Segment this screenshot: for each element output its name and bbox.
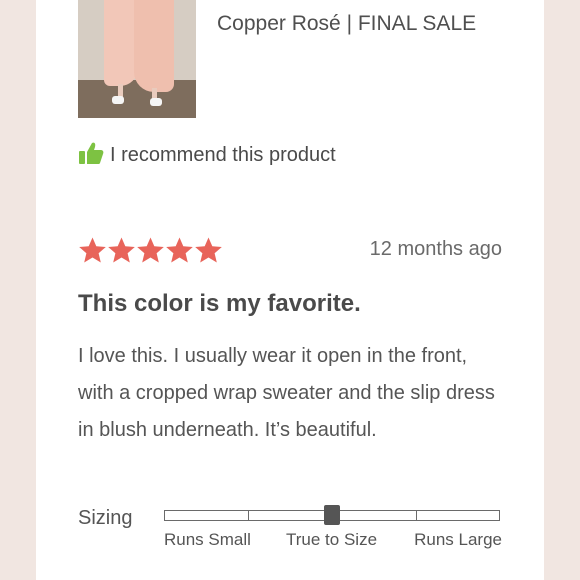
review-title: This color is my favorite. bbox=[78, 290, 361, 317]
thumbnail-floor bbox=[78, 80, 196, 118]
scale-label-true: True to Size bbox=[286, 530, 378, 549]
sizing-label: Sizing bbox=[78, 507, 133, 529]
sizing-scale-labels: Runs Small True to Size Runs Large bbox=[164, 530, 502, 550]
review-body: I love this. I usually wear it open in t… bbox=[78, 345, 495, 441]
review-date: 12 months ago bbox=[369, 238, 502, 260]
star-icon bbox=[78, 236, 107, 265]
thumbs-up-icon bbox=[78, 141, 104, 170]
star-icon bbox=[107, 236, 136, 265]
star-icon bbox=[136, 236, 165, 265]
scale-label-large: Runs Large bbox=[414, 530, 502, 549]
recommend-row: I recommend this product bbox=[78, 141, 336, 169]
thumbnail-figure bbox=[134, 0, 174, 92]
sizing-marker bbox=[324, 505, 340, 525]
scale-tick bbox=[248, 511, 249, 520]
scale-tick bbox=[416, 511, 417, 520]
star-rating bbox=[78, 236, 223, 265]
review-card: Copper Rosé | FINAL SALE I recommend thi… bbox=[36, 0, 544, 580]
recommend-text: I recommend this product bbox=[110, 143, 336, 166]
thumbnail-figure bbox=[104, 0, 138, 86]
product-thumbnail[interactable] bbox=[78, 0, 196, 118]
star-icon bbox=[165, 236, 194, 265]
product-title[interactable]: Copper Rosé | FINAL SALE bbox=[217, 10, 537, 38]
thumbnail-shoe bbox=[150, 98, 162, 106]
scale-label-small: Runs Small bbox=[164, 530, 251, 549]
star-icon bbox=[194, 236, 223, 265]
thumbnail-shoe bbox=[112, 96, 124, 104]
